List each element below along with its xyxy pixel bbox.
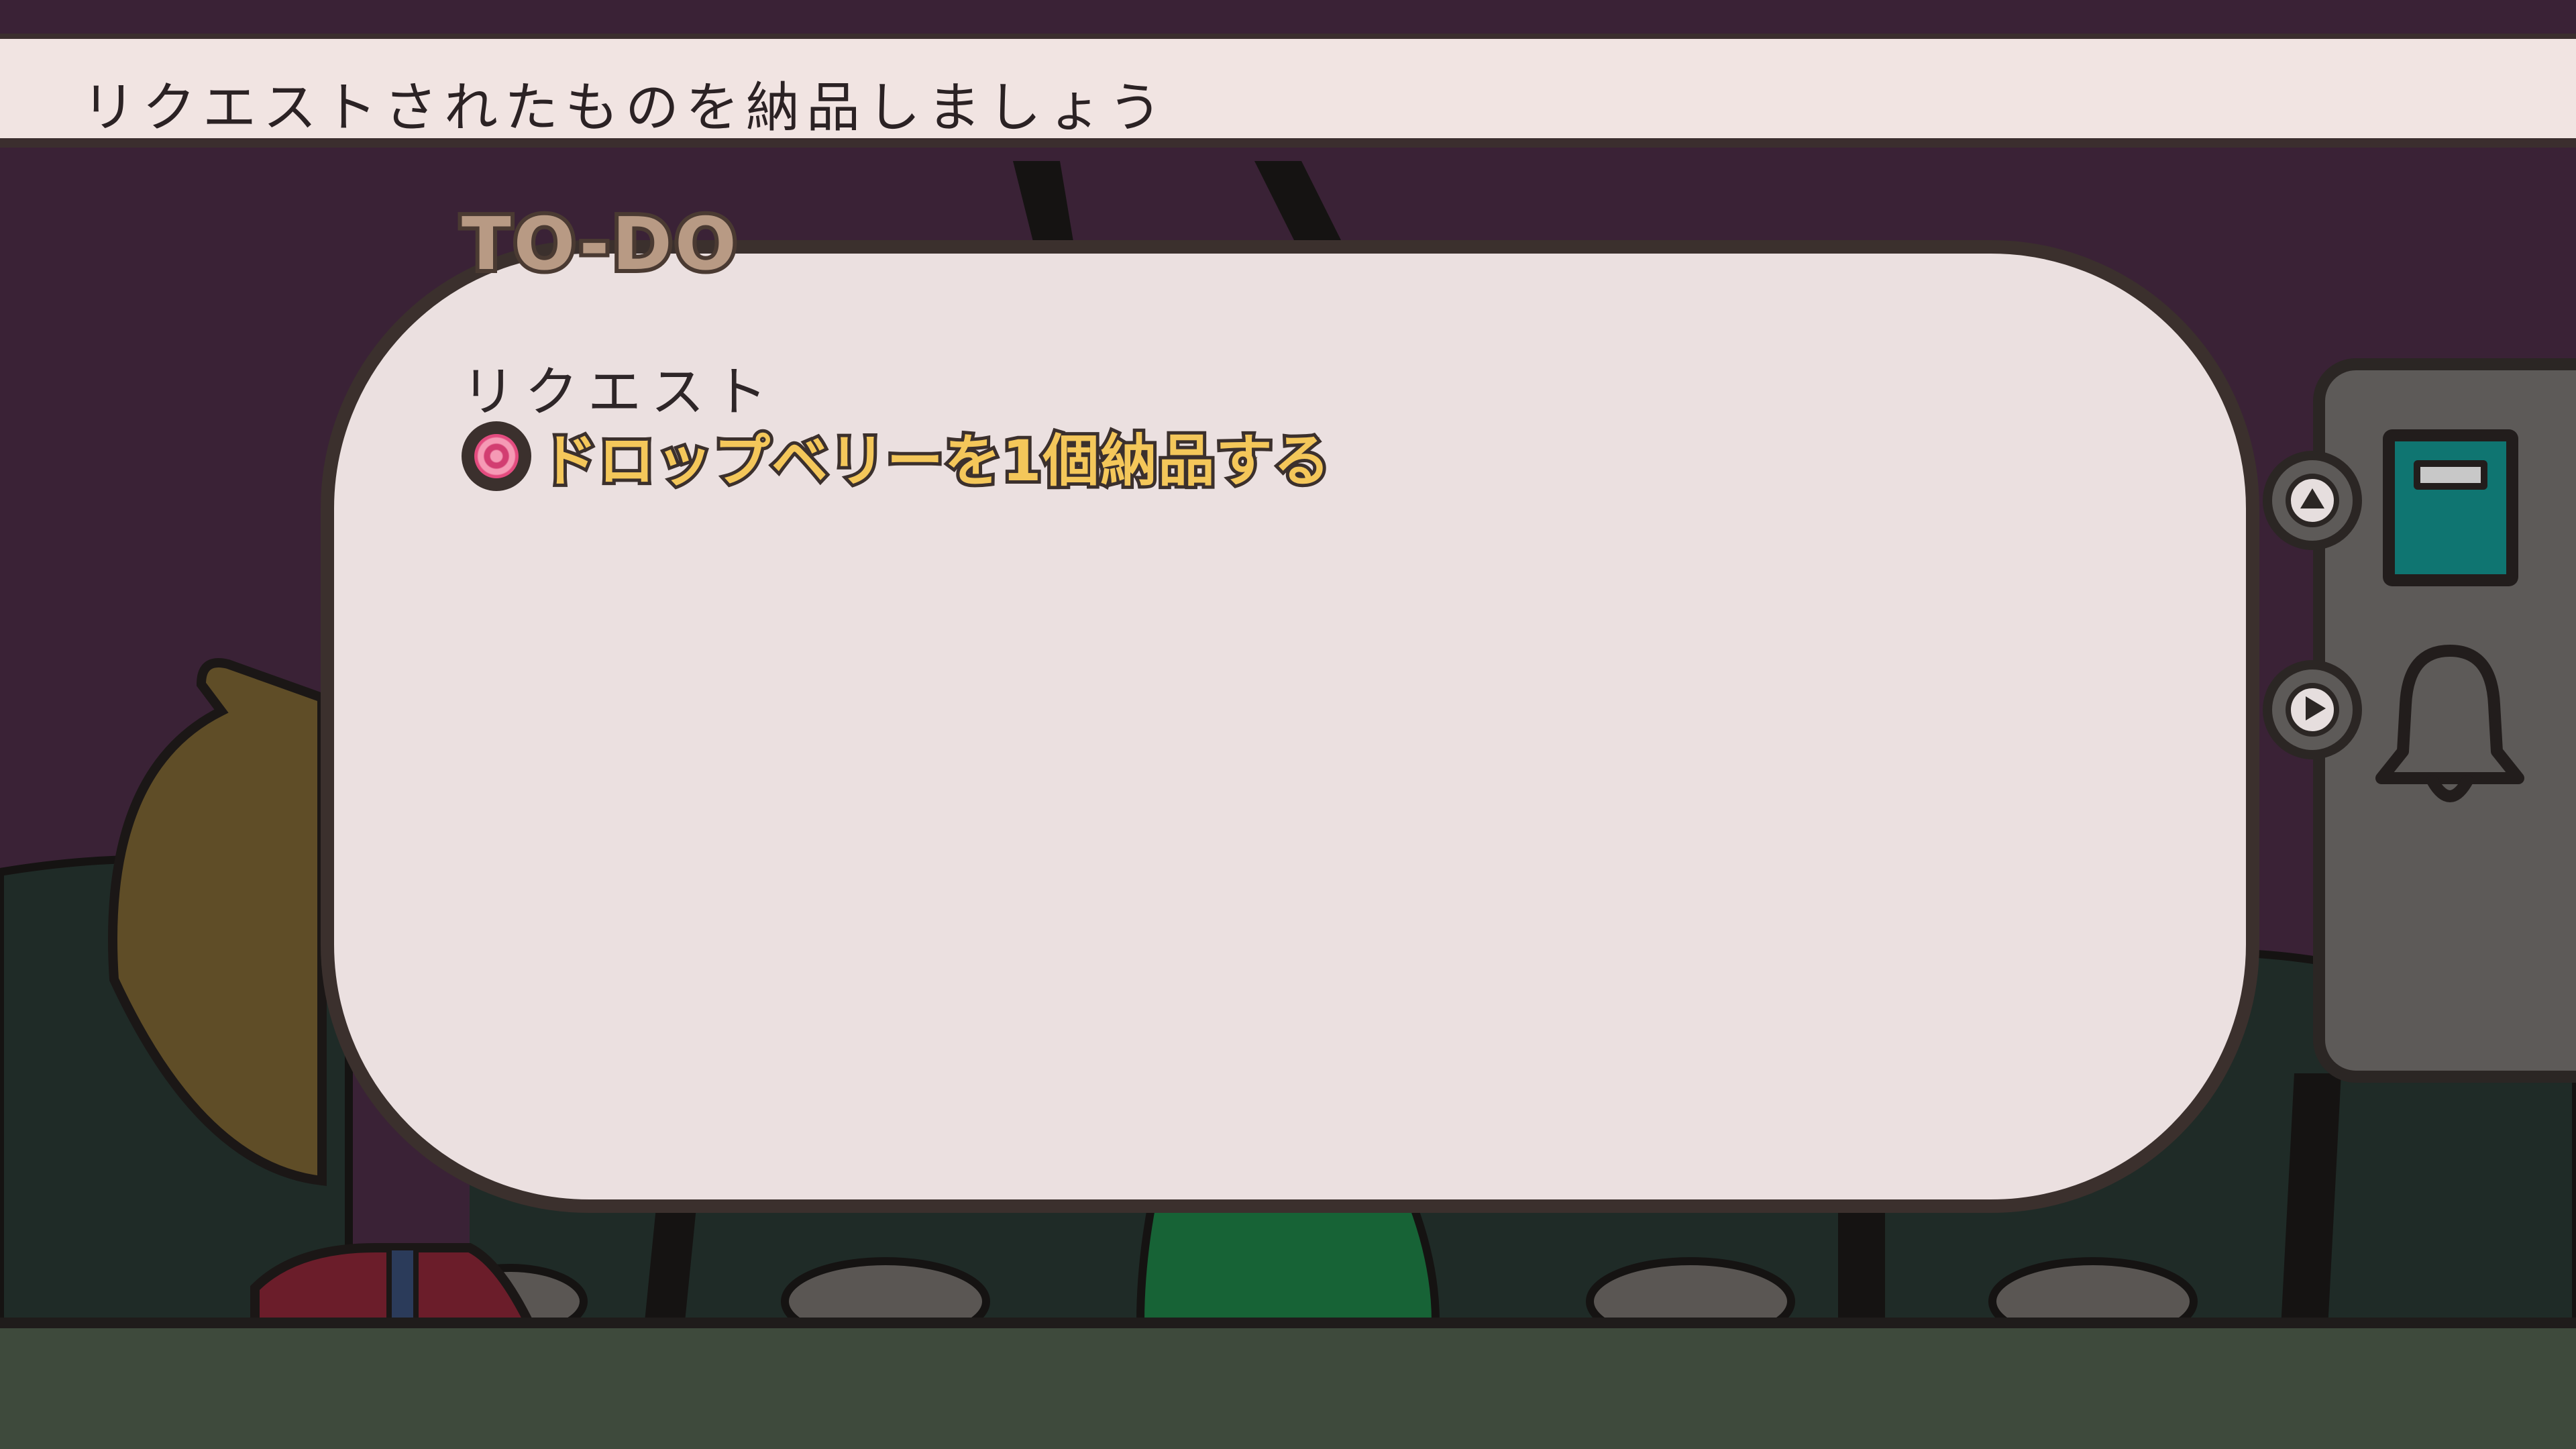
book-icon[interactable]: [2383, 429, 2518, 586]
request-item[interactable]: ドロップベリーを1個納品する: [462, 416, 1333, 497]
triangle-up-icon: [2286, 474, 2339, 527]
scroll-up-button[interactable]: [2263, 451, 2362, 550]
dropberry-icon: [462, 421, 531, 491]
todo-tab-label: TO-DO: [458, 199, 741, 290]
ground-strip: [0, 1318, 2576, 1449]
play-icon: [2286, 683, 2339, 737]
instruction-text: リクエストされたものを納品しましょう: [82, 76, 1169, 139]
instruction-banner: リクエストされたものを納品しましょう: [0, 34, 2576, 148]
next-button[interactable]: [2263, 660, 2362, 759]
bell-icon[interactable]: [2368, 637, 2532, 812]
game-screen: リクエストされたものを納品しましょう TO-DO リクエスト ドロップベリーを1…: [0, 0, 2576, 1449]
request-item-text: ドロップベリーを1個納品する: [537, 425, 1333, 497]
